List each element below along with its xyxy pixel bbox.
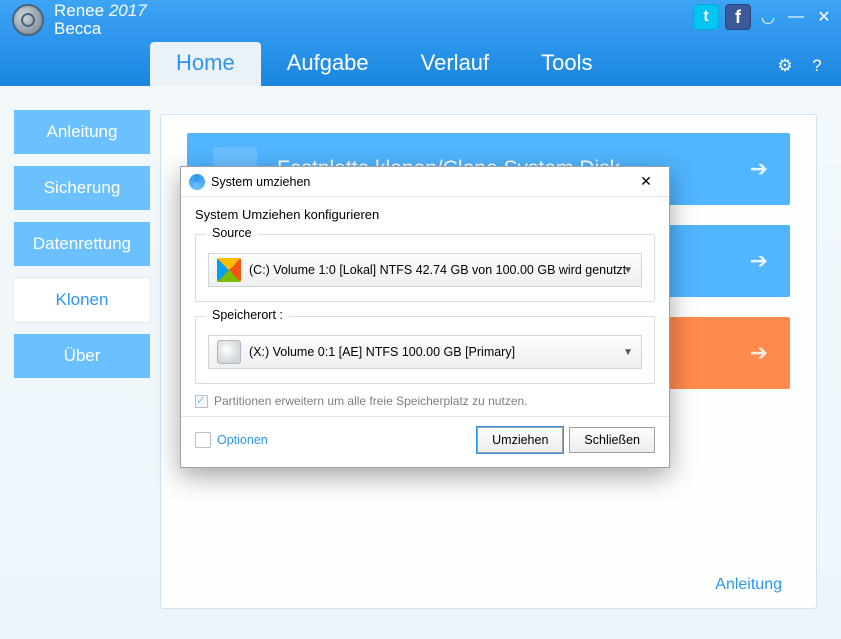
tab-aufgabe[interactable]: Aufgabe	[261, 42, 395, 86]
tabbar: Home Aufgabe Verlauf Tools ⚙ ?	[0, 40, 841, 86]
arrow-right-icon: ➔	[750, 248, 768, 274]
minimize-button[interactable]: —	[785, 6, 807, 28]
sidebar-item-datenrettung[interactable]: Datenrettung	[14, 222, 150, 266]
options-link[interactable]: Optionen	[195, 432, 268, 448]
tab-verlauf[interactable]: Verlauf	[395, 42, 516, 86]
help-link[interactable]: Anleitung	[715, 576, 782, 594]
brand: Renee 2017 Becca	[54, 2, 147, 38]
extend-partitions-checkbox[interactable]: Partitionen erweitern um alle freie Spei…	[195, 394, 655, 408]
options-label: Optionen	[217, 433, 268, 447]
dialog-footer: Optionen Umziehen Schließen	[181, 417, 669, 467]
checkbox-label: Partitionen erweitern um alle freie Spei…	[214, 394, 528, 408]
chevron-down-icon: ▼	[623, 265, 633, 276]
arrow-right-icon: ➔	[750, 156, 768, 182]
group-target: Speicherort : (X:) Volume 0:1 [AE] NTFS …	[195, 316, 655, 384]
tab-tools[interactable]: Tools	[515, 42, 618, 86]
close-button[interactable]: ✕	[813, 6, 835, 28]
sidebar-item-sicherung[interactable]: Sicherung	[14, 166, 150, 210]
gear-icon[interactable]: ⚙	[775, 56, 795, 76]
facebook-icon[interactable]: f	[725, 4, 751, 30]
brand-name: Renee	[54, 1, 104, 20]
theme-icon[interactable]: ◡	[757, 6, 779, 28]
tab-home[interactable]: Home	[150, 42, 261, 86]
hdd-icon	[217, 340, 241, 364]
dialog-subtitle: System Umziehen konfigurieren	[181, 197, 669, 228]
schliessen-button[interactable]: Schließen	[569, 427, 655, 453]
help-icon[interactable]: ?	[807, 56, 827, 76]
windows-flag-icon	[217, 258, 241, 282]
sidebar: Anleitung Sicherung Datenrettung Klonen …	[14, 110, 150, 390]
checkbox-icon	[195, 395, 208, 408]
dialog-app-icon	[189, 174, 205, 190]
dialog-system-umziehen: System umziehen ✕ System Umziehen konfig…	[180, 166, 670, 468]
tabbar-right: ⚙ ?	[775, 56, 827, 76]
chevron-down-icon: ▼	[623, 347, 633, 358]
dialog-close-button[interactable]: ✕	[631, 173, 661, 190]
titlebar: Renee 2017 Becca t f ◡ — ✕	[0, 0, 841, 40]
options-icon	[195, 432, 211, 448]
source-drive-select[interactable]: (C:) Volume 1:0 [Lokal] NTFS 42.74 GB vo…	[208, 253, 642, 287]
twitter-icon[interactable]: t	[693, 4, 719, 30]
arrow-right-icon: ➔	[750, 340, 768, 366]
brand-year: 2017	[109, 1, 147, 20]
brand-sub: Becca	[54, 20, 147, 38]
titlebar-right: t f ◡ — ✕	[693, 4, 835, 30]
source-drive-text: (C:) Volume 1:0 [Lokal] NTFS 42.74 GB vo…	[249, 263, 626, 277]
sidebar-item-anleitung[interactable]: Anleitung	[14, 110, 150, 154]
dialog-title: System umziehen	[211, 175, 310, 189]
sidebar-item-ueber[interactable]: Über	[14, 334, 150, 378]
group-source: Source (C:) Volume 1:0 [Lokal] NTFS 42.7…	[195, 234, 655, 302]
target-drive-select[interactable]: (X:) Volume 0:1 [AE] NTFS 100.00 GB [Pri…	[208, 335, 642, 369]
umziehen-button[interactable]: Umziehen	[477, 427, 563, 453]
group-source-label: Source	[206, 226, 258, 240]
app-logo-icon	[12, 4, 44, 36]
dialog-titlebar: System umziehen ✕	[181, 167, 669, 197]
target-drive-text: (X:) Volume 0:1 [AE] NTFS 100.00 GB [Pri…	[249, 345, 515, 359]
group-target-label: Speicherort :	[206, 308, 289, 322]
sidebar-item-klonen[interactable]: Klonen	[14, 278, 150, 322]
